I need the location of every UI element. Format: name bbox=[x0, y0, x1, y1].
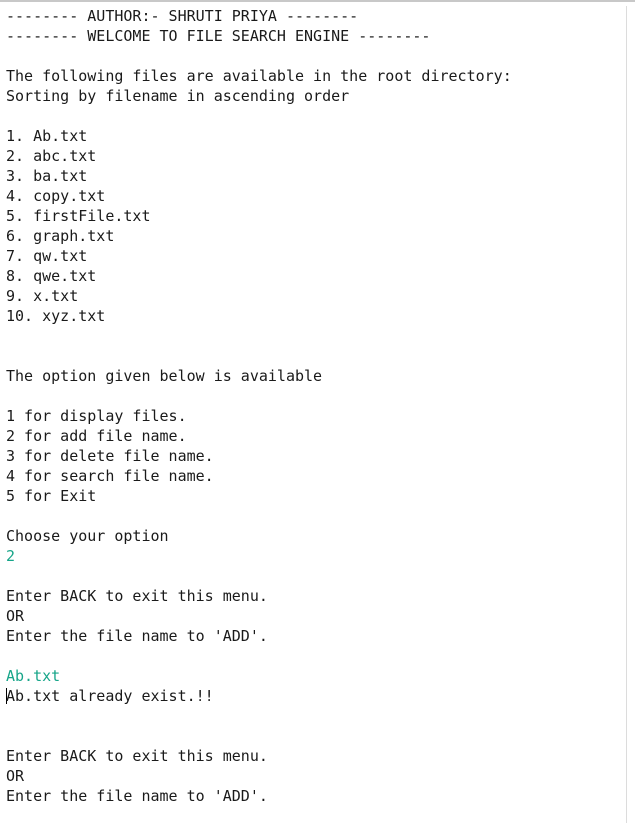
file-list-item: 6. graph.txt bbox=[6, 227, 115, 245]
user-filename-input: Ab.txt bbox=[6, 667, 61, 685]
file-list-item: 5. firstFile.txt bbox=[6, 207, 151, 225]
file-list-item: 8. qwe.txt bbox=[6, 267, 97, 285]
console-output[interactable]: -------- AUTHOR:- SHRUTI PRIYA -------- … bbox=[6, 6, 627, 823]
or-separator: OR bbox=[6, 767, 25, 785]
option-item: 5 for Exit bbox=[6, 487, 97, 505]
author-banner: -------- AUTHOR:- SHRUTI PRIYA -------- bbox=[6, 7, 359, 25]
file-list-item: 7. qw.txt bbox=[6, 247, 88, 265]
file-list-item: 2. abc.txt bbox=[6, 147, 97, 165]
back-hint: Enter BACK to exit this menu. bbox=[6, 587, 268, 605]
file-list-item: 10. xyz.txt bbox=[6, 307, 106, 325]
result-line: Ab.txt already exist.!! bbox=[6, 686, 626, 706]
result-message: Ab.txt already exist.!! bbox=[6, 687, 214, 705]
window-top-edge bbox=[0, 0, 635, 2]
file-list-item: 3. ba.txt bbox=[6, 167, 88, 185]
back-hint: Enter BACK to exit this menu. bbox=[6, 747, 268, 765]
file-list-item: 4. copy.txt bbox=[6, 187, 106, 205]
options-heading: The option given below is available bbox=[6, 367, 323, 385]
add-prompt: Enter the file name to 'ADD'. bbox=[6, 787, 268, 805]
add-prompt: Enter the file name to 'ADD'. bbox=[6, 627, 268, 645]
files-intro: The following files are available in the… bbox=[6, 67, 512, 85]
file-list-item: 1. Ab.txt bbox=[6, 127, 88, 145]
user-choice-input: 2 bbox=[6, 547, 16, 565]
option-item: 4 for search file name. bbox=[6, 467, 214, 485]
option-item: 3 for delete file name. bbox=[6, 447, 214, 465]
option-item: 2 for add file name. bbox=[6, 427, 187, 445]
sort-note: Sorting by filename in ascending order bbox=[6, 87, 350, 105]
file-list-item: 9. x.txt bbox=[6, 287, 79, 305]
or-separator: OR bbox=[6, 607, 25, 625]
welcome-banner: -------- WELCOME TO FILE SEARCH ENGINE -… bbox=[6, 27, 431, 45]
option-item: 1 for display files. bbox=[6, 407, 187, 425]
choose-option-prompt: Choose your option bbox=[6, 527, 169, 545]
